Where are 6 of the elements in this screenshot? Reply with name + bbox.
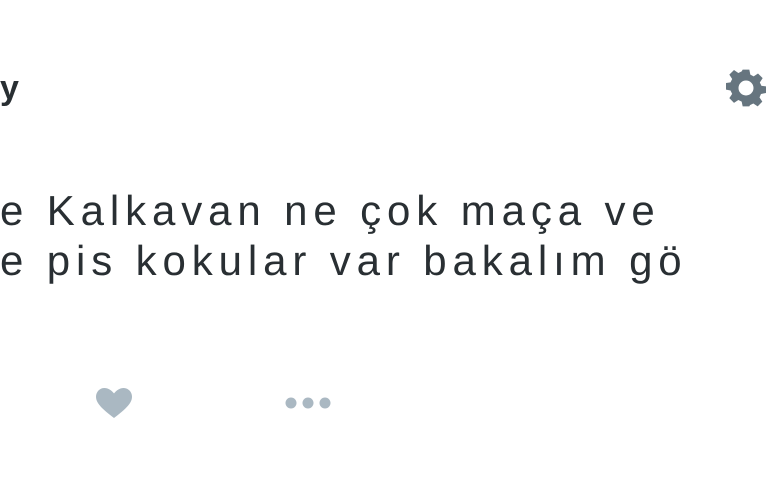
settings-icon[interactable]: [726, 68, 766, 108]
user-name: y: [0, 71, 19, 105]
heart-icon[interactable]: [96, 388, 132, 418]
tweet-text: e Kalkavan ne çok maça ve: [0, 186, 662, 236]
more-icon[interactable]: [284, 397, 332, 409]
tweet-text: e pis kokular var bakalım gö: [0, 236, 689, 286]
